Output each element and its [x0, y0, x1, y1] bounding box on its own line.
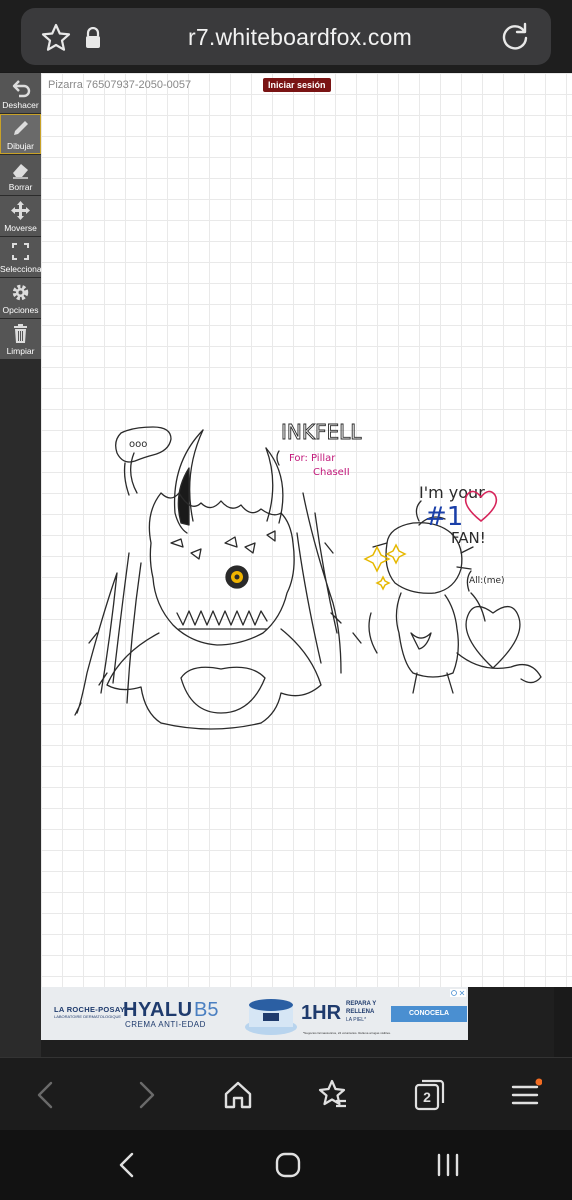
select-icon [12, 243, 29, 260]
ad-subtitle: CREMA ANTI-EDAD [125, 1020, 206, 1029]
product-jar-icon [245, 999, 297, 1035]
browser-top-bar: r7.whiteboardfox.com [0, 0, 572, 72]
system-back-icon[interactable] [113, 1150, 143, 1180]
lock-icon [86, 27, 100, 48]
heart-shape [465, 606, 521, 669]
demon-right-horn [265, 447, 284, 524]
ad-fill-1: REPARA Y [346, 1001, 377, 1007]
home-icon[interactable] [221, 1078, 255, 1112]
select-label: Seleccionar [0, 264, 41, 274]
ad-choices-icon[interactable] [450, 989, 466, 997]
ad-hr: 1HR [301, 1002, 342, 1024]
trash-icon [14, 324, 27, 343]
ad-disclaimer: *Negocios farmacéuticos, 24 voluntarios.… [303, 1031, 391, 1035]
whiteboard-canvas[interactable]: Pizarra 76507937-2050-0057 Iniciar sesió… [41, 73, 572, 987]
draw-button[interactable]: Dibujar [0, 114, 41, 154]
reload-icon[interactable] [498, 20, 532, 54]
forward-icon[interactable] [128, 1078, 162, 1112]
system-navigation-bar [0, 1130, 572, 1200]
ad-side-panel [468, 987, 554, 1057]
demon-head [148, 492, 295, 646]
fan-number: #1 [425, 502, 463, 532]
clear-label: Limpiar [6, 346, 35, 356]
system-home-icon[interactable] [273, 1150, 303, 1180]
erase-label: Borrar [8, 182, 33, 192]
tabs-button[interactable]: 2 [413, 1078, 447, 1112]
draw-label: Dibujar [7, 141, 34, 151]
demon-body [106, 628, 322, 724]
clear-button[interactable]: Limpiar [0, 319, 41, 359]
drawing-dedication-1: For: Pillar [289, 453, 336, 464]
tab-count: 2 [423, 1089, 431, 1105]
sketch-drawing: INKFELL For: Pillar ChaseII ooo I'm your… [74, 420, 542, 730]
bookmarks-icon[interactable] [316, 1078, 350, 1112]
menu-icon[interactable] [508, 1078, 542, 1112]
sparkles [363, 543, 407, 591]
demon-right-wing [296, 492, 342, 674]
ad-brand: LA ROCHE-POSAY [54, 1005, 126, 1014]
erase-button[interactable]: Borrar [0, 155, 41, 195]
ad-banner[interactable]: LA ROCHE-POSAY LABORATOIRE DERMATOLOGIQU… [41, 987, 468, 1040]
url-text[interactable]: r7.whiteboardfox.com [150, 24, 450, 51]
character-tail [456, 652, 542, 684]
whiteboard-toolbar: Deshacer Dibujar Borrar Moverse Seleccio… [0, 73, 41, 1057]
ad-brand-sub: LABORATOIRE DERMATOLOGIQUE [54, 1014, 122, 1019]
undo-icon [12, 80, 31, 98]
select-button[interactable]: Seleccionar [0, 237, 41, 277]
ad-bottom-strip [41, 1040, 468, 1057]
move-button[interactable]: Moverse [0, 196, 41, 236]
demon-teeth [176, 610, 268, 626]
system-recents-icon[interactable] [433, 1150, 463, 1180]
move-icon [11, 201, 30, 220]
star-icon[interactable] [40, 22, 72, 54]
back-icon[interactable] [30, 1078, 64, 1112]
menu-notification-dot [535, 1078, 542, 1086]
drawing-signature: All:(me) [469, 576, 505, 586]
ad-fill-3: LA PIEL* [346, 1017, 367, 1023]
ad-title-b5: B5 [194, 999, 219, 1021]
eraser-icon [13, 164, 28, 179]
undo-button[interactable]: Deshacer [0, 73, 41, 113]
pencil-icon [14, 121, 28, 135]
options-label: Opciones [2, 305, 39, 315]
move-label: Moverse [4, 223, 37, 233]
undo-label: Deshacer [2, 100, 39, 110]
drawing-title: INKFELL [281, 420, 362, 444]
demon-left-wing [74, 552, 142, 716]
drawing-ellipsis: ooo [129, 439, 147, 450]
phone-screen: r7.whiteboardfox.com Deshacer Dibujar Bo… [0, 0, 572, 1200]
ad-fill-2: RELLENA [346, 1009, 375, 1015]
fan-line-2: FAN! [451, 529, 486, 547]
browser-bottom-nav: 2 [0, 1057, 572, 1130]
gear-icon [12, 284, 29, 301]
options-button[interactable]: Opciones [0, 278, 41, 318]
ad-title: HYALU [123, 999, 193, 1021]
drawing-dedication-2: ChaseII [313, 467, 350, 478]
ad-cta-button[interactable]: CONOCELA [391, 1006, 467, 1022]
